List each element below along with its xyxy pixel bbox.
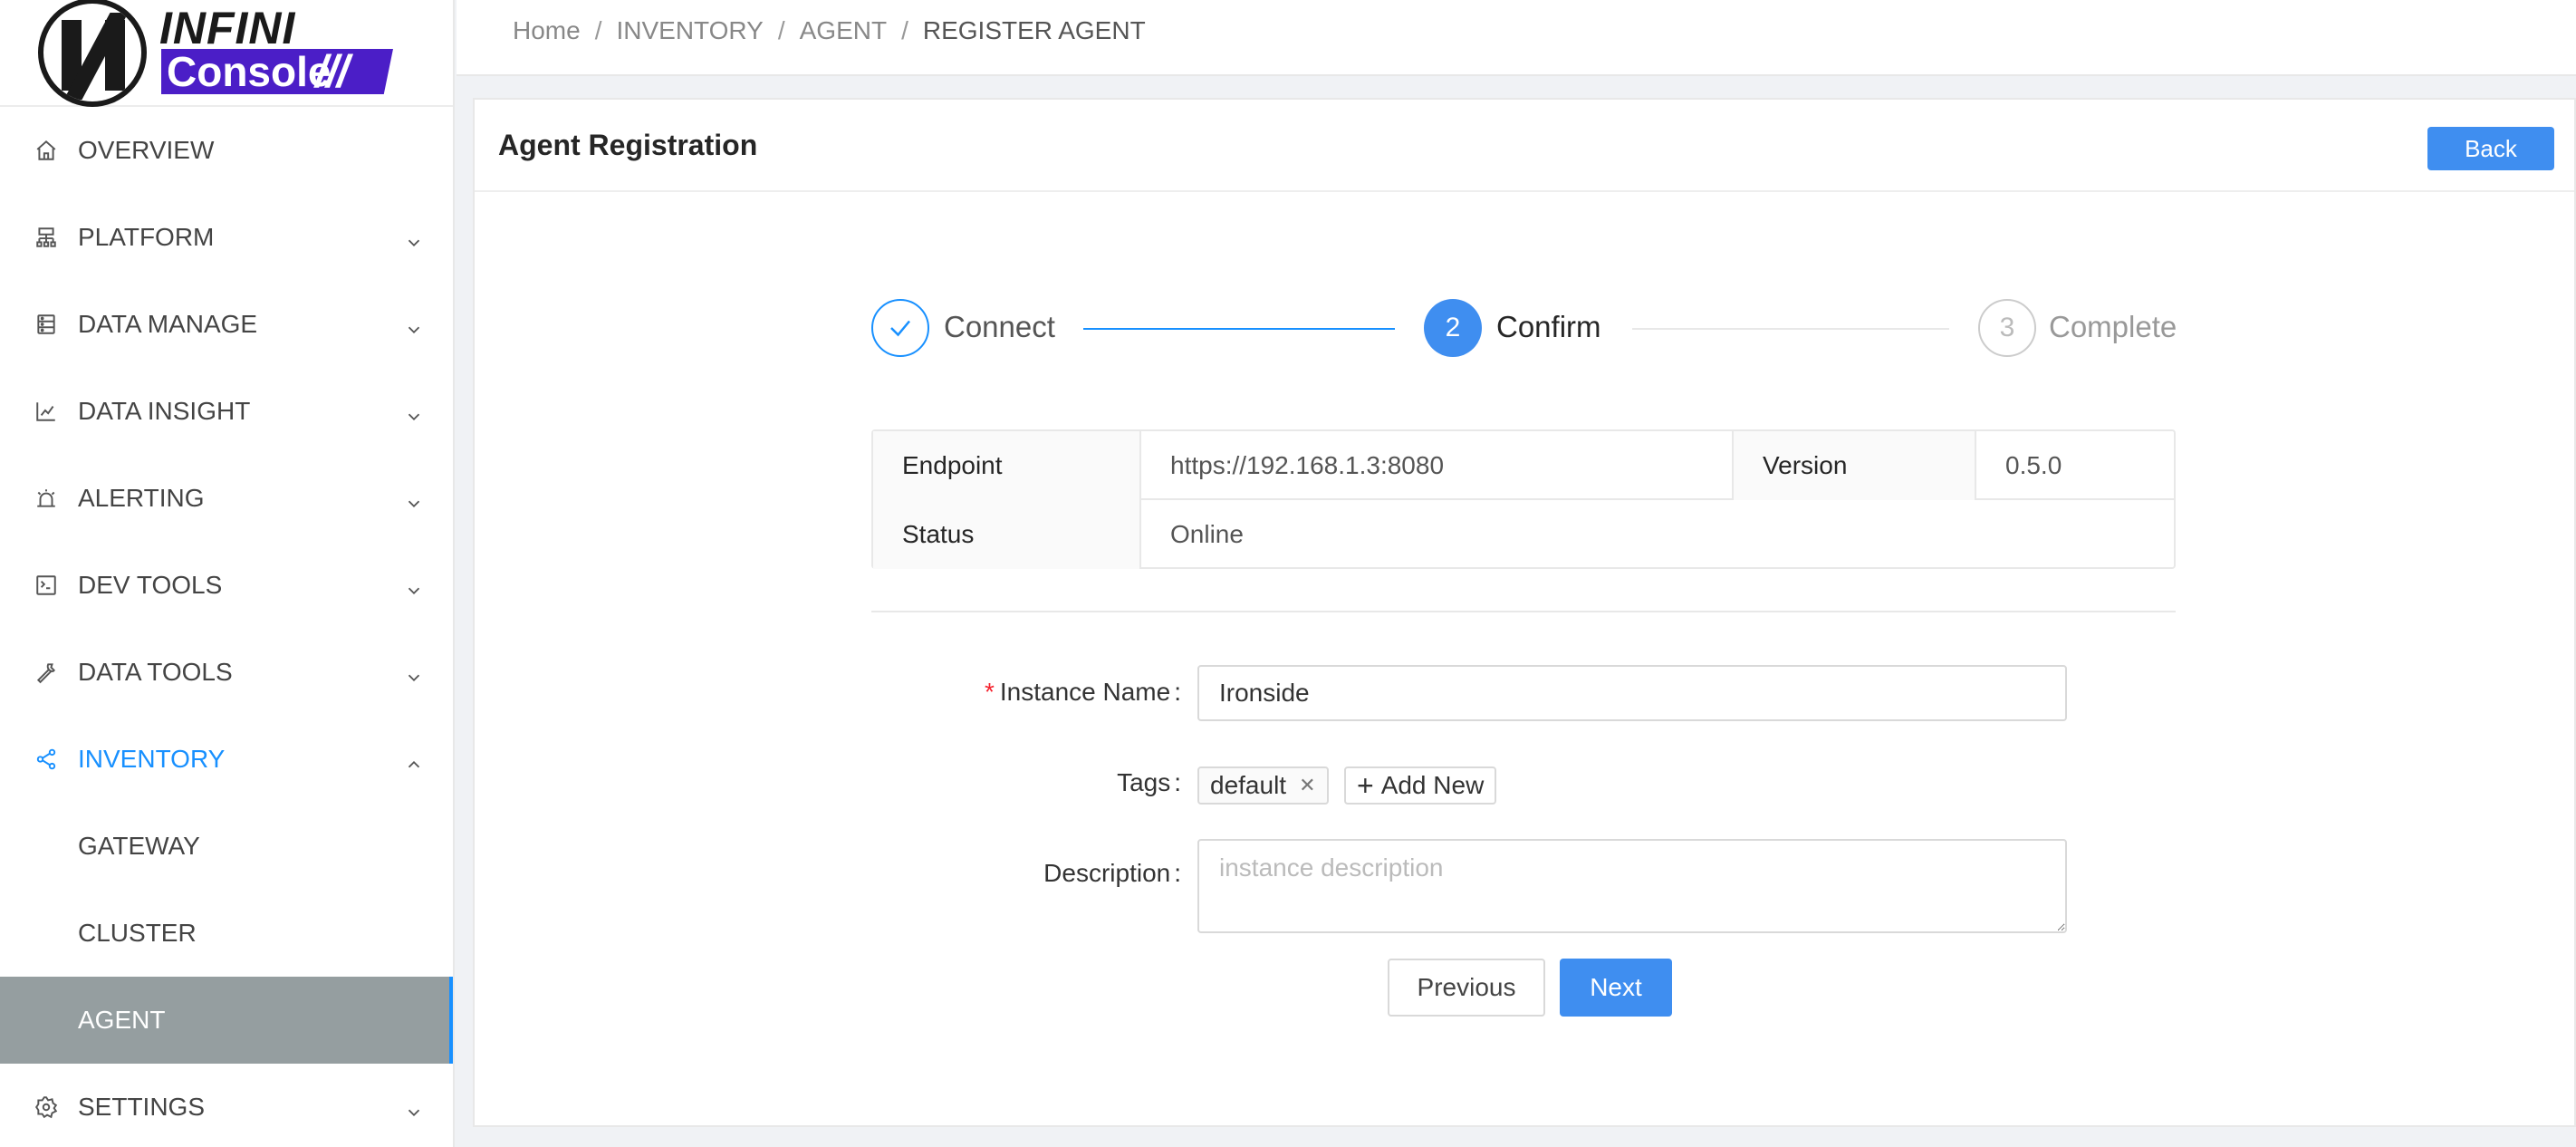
step-line-waiting [1632, 328, 1949, 330]
page-title: Agent Registration [498, 129, 758, 161]
step-connect-check-icon [871, 299, 929, 357]
instance-name-label-text: Instance Name [999, 678, 1171, 706]
status-value: Online [1170, 520, 1244, 548]
sidebar-item-label: INVENTORY [78, 745, 226, 773]
step-complete-number: 3 [1978, 299, 2036, 357]
step-connect-label: Connect [944, 310, 1055, 343]
step-complete-label: Complete [2049, 310, 2177, 343]
next-button[interactable]: Next [1560, 959, 1672, 1017]
logo[interactable]: INFINI Console /// [0, 0, 453, 107]
add-tag-button[interactable]: + Add New [1344, 766, 1497, 805]
logo-text-bottom: Console [161, 49, 393, 94]
sidebar-item-data-insight[interactable]: DATA INSIGHT [0, 368, 453, 455]
info-row: Endpoint https://192.168.1.3:8080 Versio… [873, 431, 2174, 500]
sidebar-subitem-cluster[interactable]: CLUSTER [0, 890, 453, 977]
add-tag-label: Add New [1380, 771, 1485, 799]
sidebar-item-label: DATA INSIGHT [78, 397, 251, 425]
label-colon: : [1174, 859, 1181, 887]
breadcrumb-home[interactable]: Home [513, 16, 581, 45]
alarm-icon [33, 485, 60, 512]
sidebar-item-settings[interactable]: SETTINGS [0, 1064, 453, 1147]
sidebar-subitem-agent[interactable]: AGENT [0, 977, 453, 1064]
sidebar: INFINI Console /// OVERVIEW PLATFORM DAT… [0, 0, 455, 1147]
database-icon [33, 311, 60, 338]
sidebar-item-data-tools[interactable]: DATA TOOLS [0, 629, 453, 716]
breadcrumb-separator: / [594, 16, 602, 44]
sidebar-item-platform[interactable]: PLATFORM [0, 194, 453, 281]
instance-name-input[interactable] [1197, 665, 2067, 721]
step-line-finished [1083, 328, 1395, 330]
step-confirm-number: 2 [1424, 299, 1482, 357]
tags-label-text: Tags [1117, 768, 1171, 796]
chevron-down-icon [404, 1100, 420, 1117]
chevron-up-icon [404, 752, 420, 768]
label-colon: : [1174, 768, 1181, 796]
required-mark: * [984, 678, 995, 706]
version-label: Version [1734, 431, 1976, 500]
card-header: Agent Registration Back [475, 100, 2574, 192]
tag-default[interactable]: default ✕ [1197, 766, 1329, 805]
sidebar-item-data-manage[interactable]: DATA MANAGE [0, 281, 453, 368]
sidebar-item-label: SETTINGS [78, 1093, 206, 1121]
logo-text-top: INFINI [159, 3, 296, 53]
logo-mark-icon [38, 0, 147, 107]
sidebar-menu: OVERVIEW PLATFORM DATA MANAGE DATA INSIG… [0, 107, 453, 1147]
sidebar-item-label: DATA TOOLS [78, 658, 233, 686]
instance-name-label: * Instance Name: [942, 678, 1181, 707]
home-icon [33, 137, 60, 164]
divider [871, 611, 2176, 612]
plus-icon: + [1357, 769, 1374, 802]
description-label-text: Description [1043, 859, 1171, 887]
description-input[interactable] [1197, 839, 2067, 933]
sidebar-item-label: PLATFORM [78, 223, 215, 251]
agent-info-table: Endpoint https://192.168.1.3:8080 Versio… [871, 429, 2176, 569]
endpoint-value: https://192.168.1.3:8080 [1141, 431, 1734, 500]
chevron-down-icon [404, 317, 420, 334]
chevron-down-icon [404, 665, 420, 682]
chevron-down-icon [404, 491, 420, 508]
breadcrumb-separator: / [777, 16, 785, 44]
tag-label: default [1210, 771, 1287, 799]
chevron-down-icon [404, 404, 420, 421]
chart-icon [33, 398, 60, 425]
breadcrumb-separator: / [901, 16, 908, 44]
breadcrumb-current: REGISTER AGENT [922, 16, 1146, 44]
status-label: Status [873, 500, 1141, 569]
sidebar-item-label: DATA MANAGE [78, 310, 258, 338]
label-colon: : [1174, 678, 1181, 706]
breadcrumb-inventory[interactable]: INVENTORY [616, 16, 763, 45]
previous-button[interactable]: Previous [1388, 959, 1545, 1017]
header: Home / INVENTORY / AGENT / REGISTER AGEN… [457, 0, 2576, 76]
share-icon [33, 746, 60, 773]
sidebar-item-label: ALERTING [78, 484, 205, 512]
chevron-down-icon [404, 230, 420, 247]
terminal-icon [33, 572, 60, 599]
description-label: Description: [942, 859, 1181, 888]
sidebar-item-dev-tools[interactable]: DEV TOOLS [0, 542, 453, 629]
platform-icon [33, 224, 60, 251]
close-icon[interactable]: ✕ [1299, 774, 1315, 797]
sidebar-item-overview[interactable]: OVERVIEW [0, 107, 453, 194]
sidebar-item-inventory[interactable]: INVENTORY [0, 716, 453, 803]
info-row: Status Online [873, 500, 2174, 569]
version-value: 0.5.0 [2005, 451, 2062, 479]
steps: Connect 2 Confirm 3 Complete [871, 299, 2177, 359]
endpoint-label: Endpoint [873, 431, 1141, 500]
tags-label: Tags: [942, 768, 1181, 797]
sidebar-item-label: DEV TOOLS [78, 571, 223, 599]
sidebar-item-label: OVERVIEW [78, 136, 215, 164]
wrench-icon [33, 659, 60, 686]
step-confirm-label: Confirm [1496, 310, 1601, 343]
sidebar-subitem-gateway[interactable]: GATEWAY [0, 803, 453, 890]
gear-icon [33, 1094, 60, 1121]
logo-slashes: /// [315, 46, 350, 97]
back-button[interactable]: Back [2427, 127, 2554, 170]
chevron-down-icon [404, 578, 420, 595]
sidebar-item-alerting[interactable]: ALERTING [0, 455, 453, 542]
breadcrumb: Home / INVENTORY / AGENT / REGISTER AGEN… [513, 16, 1146, 45]
breadcrumb-agent[interactable]: AGENT [800, 16, 887, 45]
